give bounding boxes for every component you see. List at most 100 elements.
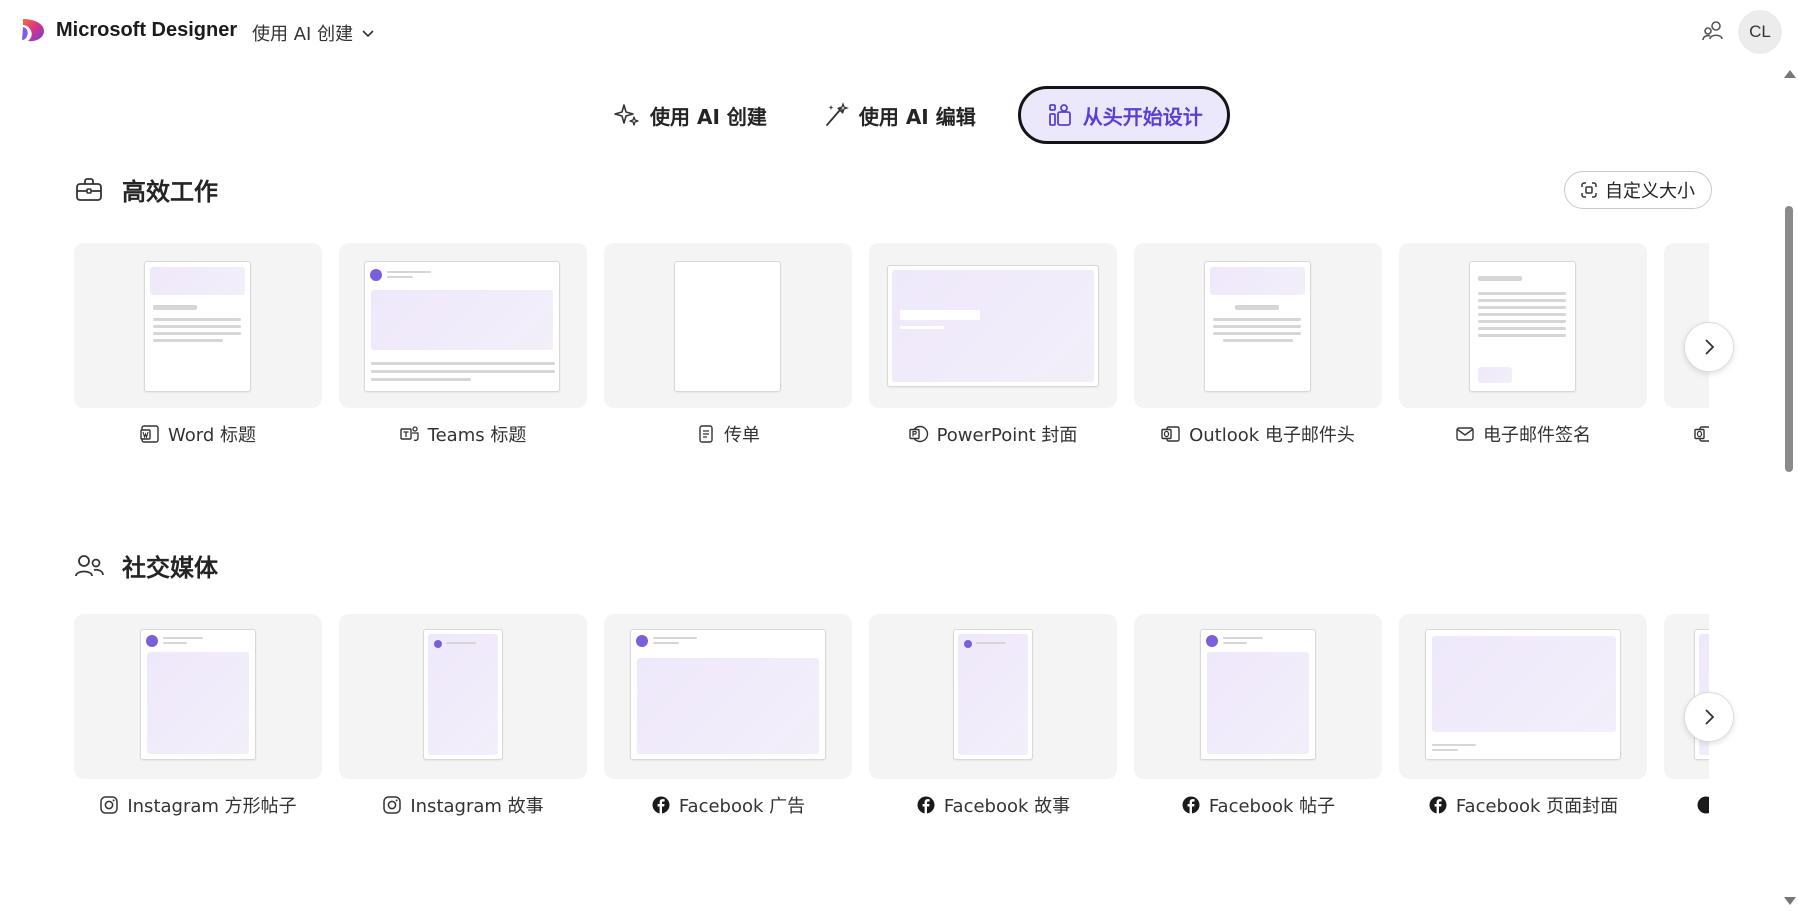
template-thumbnail[interactable] bbox=[339, 614, 587, 779]
facebook-icon bbox=[1182, 796, 1200, 814]
template-thumbnail[interactable] bbox=[74, 243, 322, 408]
template-card-powerpoint-cover[interactable]: PowerPoint 封面 bbox=[869, 243, 1117, 446]
template-card-word-header[interactable]: Word 标题 bbox=[74, 243, 322, 446]
card-label: Word 标题 bbox=[74, 422, 322, 446]
chevron-right-icon bbox=[1705, 709, 1715, 725]
template-thumbnail[interactable] bbox=[1134, 614, 1382, 779]
template-thumbnail[interactable] bbox=[339, 243, 587, 408]
avatar-dot bbox=[636, 635, 648, 647]
facebook-icon bbox=[652, 796, 670, 814]
template-card-email-signature[interactable]: 电子邮件签名 bbox=[1399, 243, 1647, 446]
template-thumbnail[interactable] bbox=[1399, 243, 1647, 408]
chevron-down-icon bbox=[362, 30, 374, 38]
text-line bbox=[153, 332, 241, 335]
share-people-icon[interactable] bbox=[1700, 18, 1726, 44]
sparkle-icon bbox=[614, 104, 639, 126]
card-label: Instagram 故事 bbox=[339, 793, 587, 817]
custom-size-button[interactable]: 自定义大小 bbox=[1564, 171, 1712, 209]
template-card-facebook-ad[interactable]: Facebook 广告 bbox=[604, 614, 852, 817]
template-card-instagram-square[interactable]: Instagram 方形帖子 bbox=[74, 614, 322, 817]
vertical-scrollbar[interactable] bbox=[1780, 66, 1798, 911]
template-thumbnail[interactable] bbox=[1134, 243, 1382, 408]
text-line bbox=[1432, 744, 1476, 746]
text-line bbox=[153, 318, 241, 321]
card-label: PowerPoint 封面 bbox=[869, 422, 1117, 446]
mail-icon bbox=[1456, 427, 1474, 441]
card-label: Facebook 页面封面 bbox=[1399, 793, 1647, 817]
text-line bbox=[1478, 292, 1566, 295]
template-card-facebook-story[interactable]: Facebook 故事 bbox=[869, 614, 1117, 817]
logo-placeholder bbox=[1478, 367, 1512, 383]
briefcase-icon bbox=[76, 177, 102, 201]
mode-dropdown[interactable]: 使用 AI 创建 bbox=[252, 20, 375, 46]
text-line bbox=[976, 642, 1006, 644]
card-label-text: Instagram 故事 bbox=[410, 796, 544, 817]
ad-preview bbox=[630, 629, 826, 760]
template-card-facebook-post[interactable]: Facebook 帖子 bbox=[1134, 614, 1382, 817]
section-title: 社交媒体 bbox=[122, 554, 218, 582]
text-line bbox=[446, 642, 476, 644]
designer-logo[interactable] bbox=[20, 17, 46, 43]
tab-edit-with-ai[interactable]: 使用 AI 编辑 bbox=[809, 86, 1004, 144]
section-header-social: 社交媒体 bbox=[74, 548, 218, 583]
template-card-facebook-page-cover[interactable]: Facebook 页面封面 bbox=[1399, 614, 1647, 817]
text-line bbox=[163, 642, 187, 644]
chevron-right-icon bbox=[1705, 339, 1715, 355]
tab-design-from-scratch[interactable]: 从头开始设计 bbox=[1017, 86, 1230, 144]
image-placeholder bbox=[1432, 636, 1616, 732]
text-line bbox=[1432, 749, 1458, 751]
card-label-text: Facebook 广告 bbox=[678, 796, 806, 817]
outlook-icon bbox=[1694, 426, 1709, 442]
template-card-flyer[interactable]: 传单 bbox=[604, 243, 852, 446]
text-line bbox=[653, 637, 697, 639]
template-thumbnail[interactable] bbox=[74, 614, 322, 779]
template-card-instagram-story[interactable]: Instagram 故事 bbox=[339, 614, 587, 817]
template-thumbnail[interactable] bbox=[1399, 614, 1647, 779]
template-thumbnail[interactable] bbox=[604, 614, 852, 779]
facebook-icon bbox=[1697, 796, 1709, 814]
avatar-dot bbox=[964, 640, 972, 648]
facebook-icon bbox=[1429, 796, 1447, 814]
card-label: 电子邮件签名 bbox=[1399, 422, 1647, 446]
post-preview bbox=[140, 629, 256, 760]
text-line bbox=[1478, 306, 1566, 309]
card-label-text: 传单 bbox=[724, 425, 760, 446]
text-line bbox=[371, 370, 555, 373]
card-label-text: Teams 标题 bbox=[427, 425, 527, 446]
text-line bbox=[1478, 299, 1566, 302]
text-line bbox=[153, 339, 223, 342]
story-preview bbox=[953, 629, 1033, 760]
template-thumbnail[interactable] bbox=[604, 243, 852, 408]
carousel-next-button[interactable] bbox=[1684, 322, 1734, 372]
template-thumbnail[interactable] bbox=[869, 614, 1117, 779]
avatar-dot bbox=[370, 269, 382, 281]
carousel-next-button[interactable] bbox=[1684, 692, 1734, 742]
text-line bbox=[1213, 318, 1301, 321]
teams-post-preview bbox=[364, 261, 560, 392]
custom-size-label: 自定义大小 bbox=[1605, 181, 1695, 202]
scroll-up-arrow[interactable] bbox=[1784, 70, 1796, 78]
card-label-text: Facebook 故事 bbox=[943, 796, 1071, 817]
image-placeholder bbox=[147, 652, 249, 754]
text-line bbox=[1223, 642, 1247, 644]
template-card-outlook-header[interactable]: Outlook 电子邮件头 bbox=[1134, 243, 1382, 446]
image-placeholder bbox=[1207, 652, 1309, 754]
productivity-carousel: Word 标题 Teams 标题 传单 PowerPoint 封面 Outloo… bbox=[74, 243, 1709, 473]
template-card-teams-header[interactable]: Teams 标题 bbox=[339, 243, 587, 446]
document-icon bbox=[699, 425, 713, 443]
teams-icon bbox=[399, 426, 419, 442]
scroll-thumb[interactable] bbox=[1785, 206, 1793, 472]
tab-label: 从头开始设计 bbox=[1082, 104, 1203, 129]
scroll-down-arrow[interactable] bbox=[1784, 897, 1796, 905]
template-thumbnail[interactable] bbox=[869, 243, 1117, 408]
post-preview bbox=[1200, 629, 1316, 760]
subtitle-bar bbox=[900, 326, 944, 329]
avatar[interactable]: CL bbox=[1738, 10, 1782, 54]
card-label-text: 电子邮件签名 bbox=[1483, 425, 1591, 446]
card-label: 传单 bbox=[604, 422, 852, 446]
flyer-page-preview bbox=[674, 261, 781, 392]
image-placeholder bbox=[637, 658, 819, 754]
card-label: Facebook 故事 bbox=[869, 793, 1117, 817]
text-line bbox=[387, 271, 431, 273]
tab-create-with-ai[interactable]: 使用 AI 创建 bbox=[600, 86, 795, 144]
